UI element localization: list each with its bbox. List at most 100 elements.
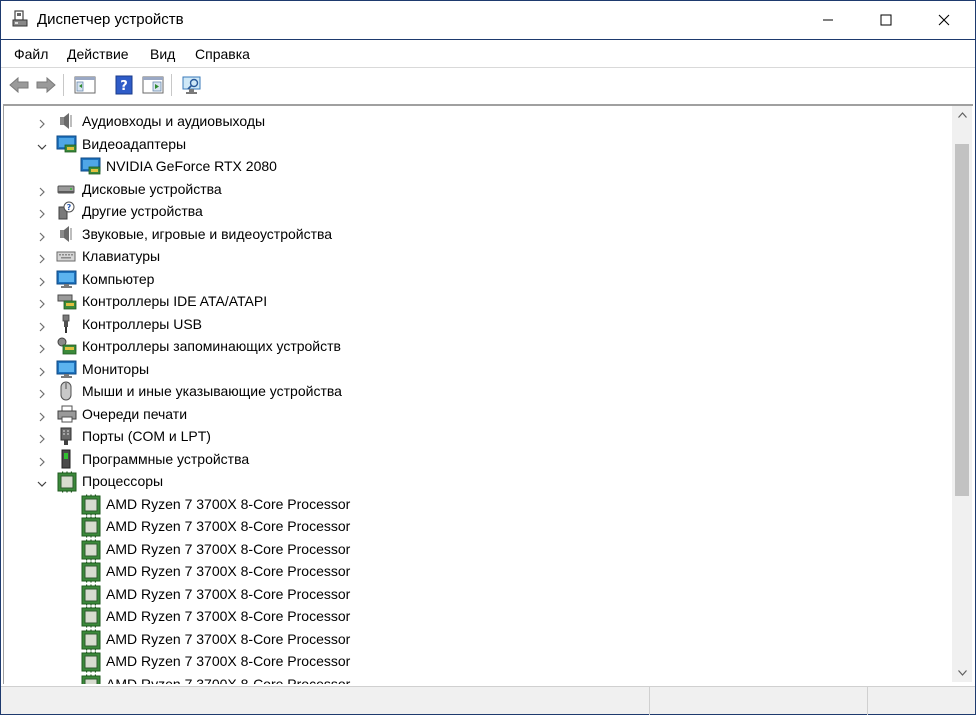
software-device-icon xyxy=(56,449,76,469)
chevron-right-icon[interactable] xyxy=(37,229,47,241)
device-tree-category[interactable]: Аудиовходы и аудиовыходы xyxy=(4,110,952,132)
chevron-right-icon[interactable] xyxy=(37,206,47,219)
maximize-icon xyxy=(880,14,892,26)
chevron-right-icon[interactable] xyxy=(37,184,47,196)
device-tree-category[interactable]: Процессоры xyxy=(4,470,952,493)
forward-arrow-icon xyxy=(36,76,56,94)
svg-text:?: ? xyxy=(120,79,128,94)
device-tree-label: Аудиовходы и аудиовыходы xyxy=(82,113,266,129)
device-tree-label: Звуковые, игровые и видеоустройства xyxy=(82,225,333,242)
back-arrow-icon xyxy=(9,76,29,94)
speaker-icon xyxy=(56,224,76,244)
device-tree-label: Видеоадаптеры xyxy=(82,135,187,152)
run-icon xyxy=(142,76,164,94)
chevron-right-icon[interactable] xyxy=(37,274,47,286)
scroll-down-button[interactable] xyxy=(952,664,972,682)
device-manager-window: Диспетчер устройств Файл Действие Вид Сп… xyxy=(0,0,976,715)
device-tree-label: Порты (COM и LPT) xyxy=(82,428,211,444)
chevron-down-icon[interactable] xyxy=(37,476,47,487)
processor-icon xyxy=(80,674,101,684)
device-tree-category[interactable]: Контроллеры USB xyxy=(4,313,952,335)
device-tree-category[interactable]: Мониторы xyxy=(4,358,952,380)
unknown-device-icon: ? xyxy=(56,201,76,221)
device-tree-category[interactable]: Видеоадаптеры xyxy=(4,133,952,155)
device-tree-label: Компьютер xyxy=(82,270,155,287)
chevron-right-icon[interactable] xyxy=(37,431,47,444)
device-tree-category[interactable]: Очереди печати xyxy=(4,403,952,425)
title-bar[interactable]: Диспетчер устройств xyxy=(1,1,975,39)
printer-icon xyxy=(56,404,77,424)
device-tree-label: NVIDIA GeForce RTX 2080 xyxy=(106,158,277,174)
device-tree-item[interactable]: NVIDIA GeForce RTX 2080 xyxy=(4,155,952,177)
forward-button[interactable] xyxy=(34,73,58,97)
device-tree-category[interactable]: Порты (COM и LPT) xyxy=(4,425,952,447)
chevron-right-icon[interactable] xyxy=(37,386,47,399)
chevron-right-icon[interactable] xyxy=(37,409,47,421)
chevron-right-icon[interactable] xyxy=(37,341,47,354)
device-tree-category[interactable]: Контроллеры IDE ATA/ATAPI xyxy=(4,290,952,312)
device-tree-label: Контроллеры IDE ATA/ATAPI xyxy=(82,293,268,309)
chevron-right-icon[interactable] xyxy=(37,251,47,264)
device-tree-category[interactable]: Программные устройства xyxy=(4,448,952,470)
device-tree-item[interactable]: AMD Ryzen 7 3700X 8-Core Processor xyxy=(4,673,952,684)
device-tree-item[interactable]: AMD Ryzen 7 3700X 8-Core Processor xyxy=(4,583,952,605)
device-tree-item[interactable]: AMD Ryzen 7 3700X 8-Core Processor xyxy=(4,605,952,628)
chevron-down-icon[interactable] xyxy=(37,139,47,150)
device-tree-item[interactable]: AMD Ryzen 7 3700X 8-Core Processor xyxy=(4,650,952,673)
minimize-icon xyxy=(823,19,833,21)
device-tree-label: Дисковые устройства xyxy=(82,180,222,197)
chevron-right-icon[interactable] xyxy=(37,319,47,331)
maximize-button[interactable] xyxy=(863,1,909,39)
device-tree-item[interactable]: AMD Ryzen 7 3700X 8-Core Processor xyxy=(4,515,952,538)
run-button[interactable] xyxy=(141,73,165,97)
mouse-icon xyxy=(56,381,76,401)
computer-icon xyxy=(56,269,77,289)
help-icon: ? xyxy=(115,75,133,95)
help-button[interactable]: ? xyxy=(112,73,136,97)
minimize-button[interactable] xyxy=(805,1,851,39)
device-tree-label: AMD Ryzen 7 3700X 8-Core Processor xyxy=(106,495,351,512)
device-tree-item[interactable]: AMD Ryzen 7 3700X 8-Core Processor xyxy=(4,493,952,515)
chevron-right-icon[interactable] xyxy=(37,454,47,466)
device-tree-label: AMD Ryzen 7 3700X 8-Core Processor xyxy=(106,540,351,557)
scan-hardware-button[interactable] xyxy=(180,73,204,97)
device-tree-label: Очереди печати xyxy=(82,405,188,422)
chevron-right-icon[interactable] xyxy=(37,296,47,309)
device-tree-label: Контроллеры USB xyxy=(82,315,202,332)
chevron-right-icon[interactable] xyxy=(37,116,47,129)
svg-text:?: ? xyxy=(67,203,72,212)
device-tree-item[interactable]: AMD Ryzen 7 3700X 8-Core Processor xyxy=(4,538,952,560)
device-tree-category[interactable]: Звуковые, игровые и видеоустройства xyxy=(4,223,952,245)
menu-file[interactable]: Файл xyxy=(14,46,48,62)
device-tree-category[interactable]: Дисковые устройства xyxy=(4,178,952,200)
device-tree-item[interactable]: AMD Ryzen 7 3700X 8-Core Processor xyxy=(4,628,952,650)
properties-icon xyxy=(74,76,96,94)
device-tree-category[interactable]: Клавиатуры xyxy=(4,245,952,267)
close-icon xyxy=(938,14,950,26)
port-icon xyxy=(56,426,76,446)
device-tree-label: Мыши и иные указывающие устройства xyxy=(82,383,342,399)
vertical-scrollbar[interactable] xyxy=(952,106,972,682)
menu-help[interactable]: Справка xyxy=(195,46,250,62)
menu-view[interactable]: Вид xyxy=(150,46,175,62)
device-tree-panel: Аудиовходы и аудиовыходы Видеоадаптеры NVI… xyxy=(3,104,973,684)
back-button[interactable] xyxy=(7,73,31,97)
toolbar: ? xyxy=(1,67,975,103)
processor-icon xyxy=(80,584,101,605)
device-tree-category[interactable]: Мыши и иные указывающие устройства xyxy=(4,380,952,402)
menu-action[interactable]: Действие xyxy=(67,46,129,62)
device-tree-category[interactable]: Компьютер xyxy=(4,268,952,290)
properties-button[interactable] xyxy=(73,73,97,97)
device-manager-app-icon xyxy=(12,10,30,28)
processor-icon xyxy=(80,494,101,515)
scroll-up-button[interactable] xyxy=(952,106,972,124)
device-tree-category[interactable]: Контроллеры запоминающих устройств xyxy=(4,335,952,357)
device-tree-category[interactable]: ? Другие устройства xyxy=(4,200,952,222)
scrollbar-thumb[interactable] xyxy=(955,144,969,496)
device-tree-item[interactable]: AMD Ryzen 7 3700X 8-Core Processor xyxy=(4,560,952,583)
display-adapter-icon xyxy=(56,134,77,154)
status-cell xyxy=(649,687,867,715)
storage-controller-icon xyxy=(56,336,77,356)
chevron-right-icon[interactable] xyxy=(37,364,47,376)
close-button[interactable] xyxy=(921,1,967,39)
